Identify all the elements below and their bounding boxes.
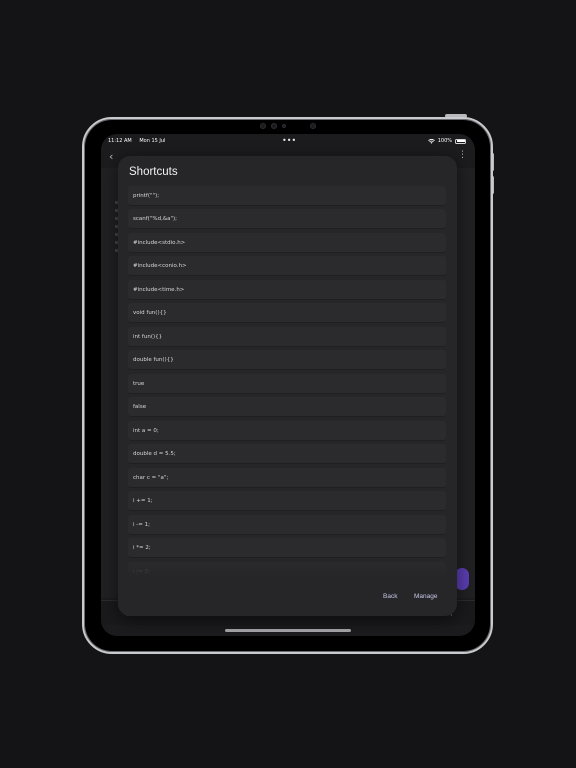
sensor-dot-icon: [282, 124, 286, 128]
shortcut-item[interactable]: false: [128, 397, 446, 417]
battery-icon: [455, 138, 466, 144]
wifi-icon: [427, 138, 435, 144]
status-bar: 11:12 AM Mon 15 Jul ••• 100%: [101, 134, 475, 148]
shortcut-item[interactable]: char c = "a";: [128, 468, 446, 488]
camera-bar: [256, 122, 320, 130]
status-date: Mon 15 Jul: [139, 138, 166, 144]
shortcut-item[interactable]: int fun(){}: [128, 327, 446, 347]
shortcut-item[interactable]: double d = 5.5;: [128, 444, 446, 464]
camera-dot-icon: [310, 123, 316, 129]
battery-percentage: 100%: [437, 138, 452, 144]
shortcuts-dialog: Shortcuts printf(""); scanf("%d,&a"); #i…: [118, 156, 457, 616]
status-right: 100%: [427, 138, 466, 144]
shortcut-item[interactable]: true: [128, 374, 446, 394]
shortcut-item[interactable]: #include<stdio.h>: [128, 233, 446, 253]
shortcut-item[interactable]: #include<conio.h>: [128, 256, 446, 276]
status-left: 11:12 AM Mon 15 Jul: [108, 138, 171, 144]
camera-dot-icon: [260, 123, 266, 129]
floating-action-button[interactable]: [455, 568, 469, 590]
shortcut-item[interactable]: #include<time.h>: [128, 280, 446, 300]
dialog-title: Shortcuts: [129, 166, 178, 178]
shortcut-item[interactable]: printf("");: [128, 186, 446, 206]
status-time: 11:12 AM: [108, 138, 132, 144]
manage-button[interactable]: Manage: [414, 593, 438, 600]
ellipsis-icon[interactable]: •••: [282, 136, 296, 145]
shortcut-item[interactable]: int a = 0;: [128, 421, 446, 441]
shortcut-item[interactable]: double fun(){}: [128, 350, 446, 370]
shortcut-item[interactable]: i += 1;: [128, 491, 446, 511]
back-button[interactable]: Back: [383, 593, 397, 600]
more-vertical-icon[interactable]: ⋮: [458, 150, 467, 160]
camera-dot-icon: [271, 123, 277, 129]
shortcut-item[interactable]: i -= 1;: [128, 515, 446, 535]
shortcut-item[interactable]: void fun(){}: [128, 303, 446, 323]
home-indicator[interactable]: [225, 629, 351, 632]
chevron-left-icon[interactable]: ‹: [109, 150, 113, 163]
shortcut-list[interactable]: printf(""); scanf("%d,&a"); #include<std…: [128, 184, 446, 576]
shortcut-item[interactable]: i /= 2;: [128, 562, 446, 576]
shortcut-item[interactable]: scanf("%d,&a");: [128, 209, 446, 229]
shortcut-item[interactable]: i *= 2;: [128, 538, 446, 558]
